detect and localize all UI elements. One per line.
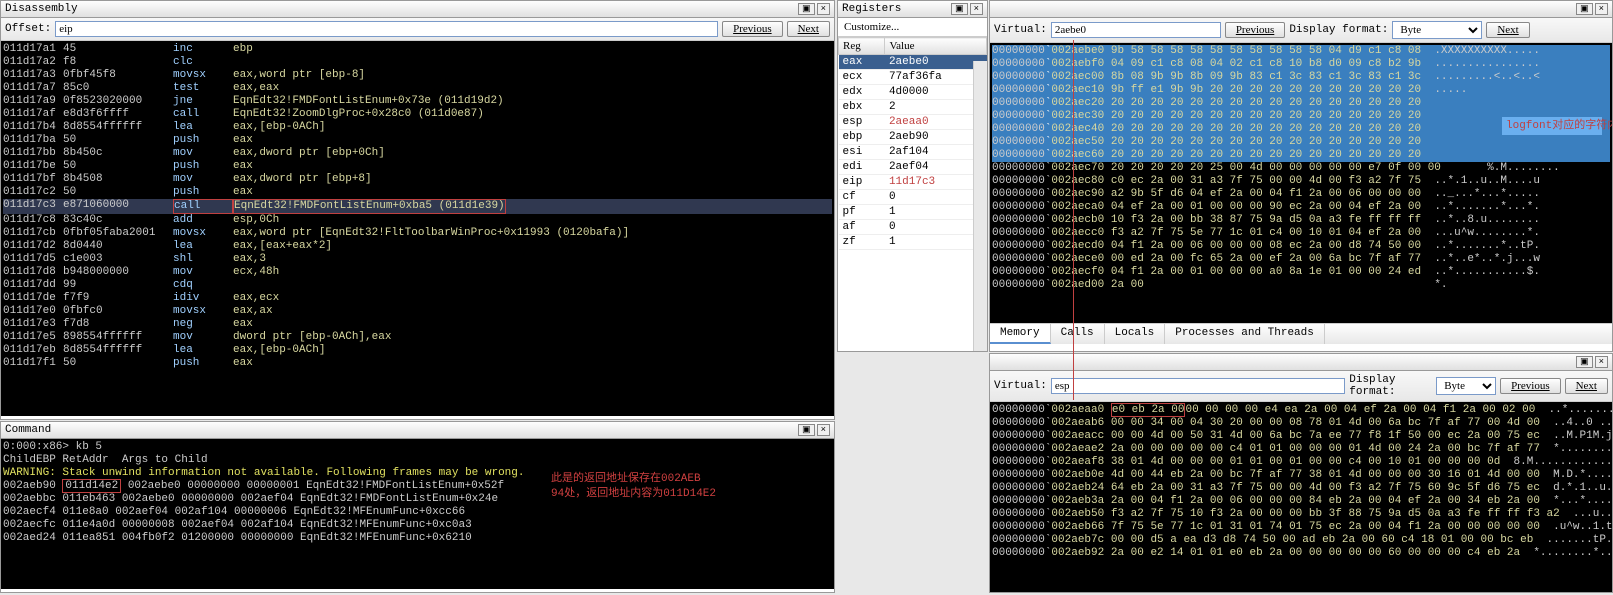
panel-dock-icon[interactable]: ▣: [798, 424, 815, 436]
disasm-code[interactable]: 011d17a1 45 inc ebp011d17a2 f8 clc 011d1…: [1, 41, 834, 416]
register-row[interactable]: ebp2aeb90: [839, 130, 987, 145]
next-button[interactable]: Next: [1486, 22, 1529, 38]
previous-button[interactable]: Previous: [722, 21, 783, 37]
register-row[interactable]: zf1: [839, 235, 987, 250]
memory2-title: [994, 356, 1001, 368]
close-icon[interactable]: ×: [1595, 356, 1608, 368]
command-title-bar: Command ▣ ×: [1, 422, 834, 439]
command-title: Command: [5, 424, 51, 436]
tab-memory[interactable]: Memory: [990, 324, 1051, 344]
memory2-title-bar: ▣ ×: [990, 354, 1612, 371]
display-format-select[interactable]: Byte: [1436, 377, 1496, 395]
previous-button[interactable]: Previous: [1225, 22, 1286, 38]
register-row[interactable]: edx4d0000: [839, 85, 987, 100]
memory2-panel: ▣ × Virtual: Display format: Byte Previo…: [989, 353, 1613, 593]
panel-dock-icon[interactable]: ▣: [951, 3, 968, 15]
registers-scrollbar[interactable]: [973, 61, 987, 351]
memory1-title-bar: ▣ ×: [990, 1, 1612, 18]
display-format-label: Display format:: [1349, 374, 1432, 398]
tab-locals[interactable]: Locals: [1105, 324, 1166, 344]
register-row[interactable]: ecx77af36fa: [839, 70, 987, 85]
registers-title-bar: Registers ▣ ×: [838, 1, 987, 18]
previous-button[interactable]: Previous: [1500, 378, 1561, 394]
annotation-line: [1073, 40, 1074, 400]
register-row[interactable]: af0: [839, 220, 987, 235]
command-output[interactable]: 0:000:x86> kb 5ChildEBP RetAddr Args to …: [1, 439, 834, 589]
virtual-input[interactable]: [1051, 378, 1345, 394]
panel-icons: ▣ ×: [798, 3, 830, 15]
panel-icons: ▣ ×: [1576, 356, 1608, 368]
tab-processes-and-threads[interactable]: Processes and Threads: [1165, 324, 1325, 344]
panel-icons: ▣ ×: [1576, 3, 1608, 15]
panel-icons: ▣ ×: [951, 3, 983, 15]
memory1-hex[interactable]: 00000000`002aebe0 9b 58 58 58 58 58 58 5…: [990, 43, 1612, 323]
memory-tabs: MemoryCallsLocalsProcesses and Threads: [990, 323, 1612, 344]
next-button[interactable]: Next: [787, 21, 830, 37]
register-row[interactable]: eax2aebe0: [839, 55, 987, 70]
disassembly-title: Disassembly: [5, 3, 78, 15]
disasm-toolbar: Offset: Previous Next: [1, 18, 834, 41]
virtual-label: Virtual:: [994, 24, 1047, 36]
virtual-input[interactable]: [1051, 22, 1221, 38]
value-header[interactable]: Value: [885, 38, 987, 55]
memory2-hex[interactable]: 00000000`002aeaa0 e0 eb 2a 0000 00 00 00…: [990, 402, 1612, 592]
register-row[interactable]: edi2aef04: [839, 160, 987, 175]
disassembly-title-bar: Disassembly ▣ ×: [1, 1, 834, 18]
customize-button[interactable]: Customize...: [838, 18, 987, 37]
tab-calls[interactable]: Calls: [1051, 324, 1105, 344]
command-panel: Command ▣ × 0:000:x86> kb 5ChildEBP RetA…: [0, 421, 835, 593]
memory1-title: [994, 3, 1001, 15]
register-row[interactable]: pf1: [839, 205, 987, 220]
close-icon[interactable]: ×: [970, 3, 983, 15]
offset-label: Offset:: [5, 23, 51, 35]
memory1-panel: ▣ × Virtual: Previous Display format: By…: [989, 0, 1613, 352]
close-icon[interactable]: ×: [817, 424, 830, 436]
registers-table: Reg Value eax2aebe0ecx77af36faedx4d0000e…: [838, 37, 987, 250]
register-row[interactable]: esi2af104: [839, 145, 987, 160]
panel-dock-icon[interactable]: ▣: [798, 3, 815, 15]
display-format-select[interactable]: Byte: [1392, 21, 1482, 39]
panel-dock-icon[interactable]: ▣: [1576, 356, 1593, 368]
memory2-toolbar: Virtual: Display format: Byte Previous N…: [990, 371, 1612, 402]
memory1-toolbar: Virtual: Previous Display format: Byte N…: [990, 18, 1612, 43]
register-row[interactable]: esp2aeaa0: [839, 115, 987, 130]
offset-input[interactable]: [55, 21, 718, 37]
next-button[interactable]: Next: [1565, 378, 1608, 394]
registers-panel: Registers ▣ × Customize... Reg Value eax…: [837, 0, 988, 352]
disassembly-panel: Disassembly ▣ × Offset: Previous Next 01…: [0, 0, 835, 420]
panel-icons: ▣ ×: [798, 424, 830, 436]
display-format-label: Display format:: [1289, 24, 1388, 36]
register-row[interactable]: ebx2: [839, 100, 987, 115]
register-row[interactable]: eip11d17c3: [839, 175, 987, 190]
virtual-label: Virtual:: [994, 380, 1047, 392]
close-icon[interactable]: ×: [817, 3, 830, 15]
reg-header[interactable]: Reg: [839, 38, 885, 55]
close-icon[interactable]: ×: [1595, 3, 1608, 15]
register-row[interactable]: cf0: [839, 190, 987, 205]
panel-dock-icon[interactable]: ▣: [1576, 3, 1593, 15]
registers-title: Registers: [842, 3, 901, 15]
